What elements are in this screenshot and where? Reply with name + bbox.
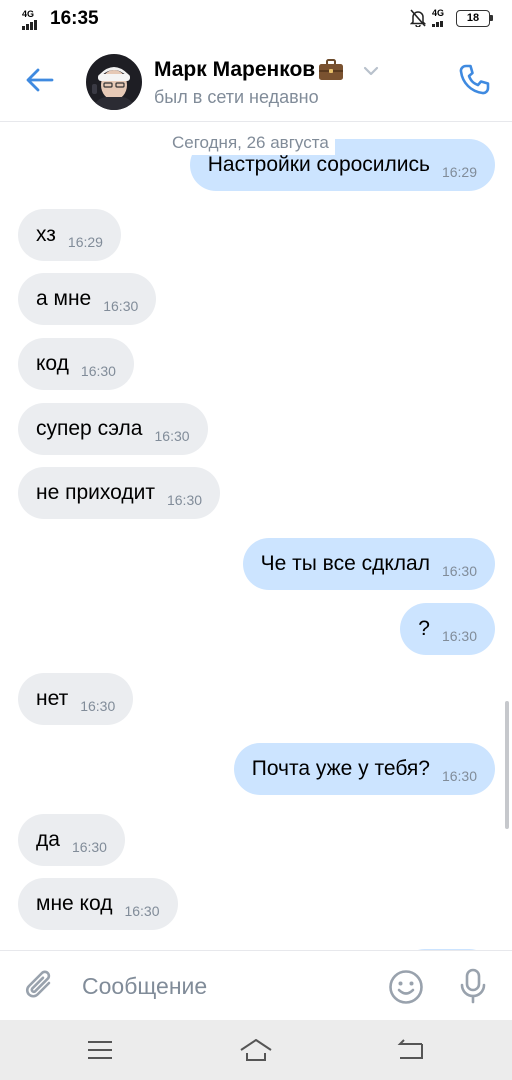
nav-home-button[interactable] bbox=[238, 1036, 274, 1064]
microphone-icon bbox=[460, 968, 486, 1004]
message-time: 16:30 bbox=[441, 628, 477, 644]
message-time: 16:30 bbox=[166, 492, 203, 508]
message-time: 16:30 bbox=[80, 698, 116, 714]
contact-name[interactable]: Марк Маренков bbox=[154, 58, 344, 82]
message-incoming[interactable]: супер сэла 16:30 bbox=[18, 403, 208, 455]
do-not-disturb-bell-icon bbox=[410, 9, 426, 27]
message-time: 16:30 bbox=[441, 563, 477, 579]
avatar-photo bbox=[86, 54, 142, 110]
message-text: мне код bbox=[36, 892, 113, 915]
arrow-left-icon bbox=[26, 68, 54, 92]
message-time: 16:30 bbox=[124, 903, 160, 919]
message-outgoing[interactable]: Почта уже у тебя? 16:30 bbox=[233, 743, 495, 795]
message-time: 16:30 bbox=[154, 428, 190, 444]
back-button[interactable] bbox=[22, 62, 58, 98]
status-right: 4G 18 bbox=[410, 9, 493, 27]
call-button[interactable] bbox=[456, 62, 492, 98]
nav-back-button[interactable] bbox=[394, 1036, 430, 1064]
back-icon bbox=[397, 1039, 423, 1059]
message-outgoing[interactable]: ? 16:30 bbox=[400, 603, 495, 655]
message-time: 16:29 bbox=[441, 164, 477, 180]
message-text: нет bbox=[36, 687, 69, 710]
message-text: ? bbox=[418, 617, 430, 640]
message-time: 16:29 bbox=[67, 234, 103, 250]
scrollbar[interactable] bbox=[505, 701, 509, 829]
message-time: 16:30 bbox=[80, 363, 116, 379]
message-text: супер сэла bbox=[36, 417, 143, 440]
system-navigation-bar bbox=[0, 1020, 512, 1080]
contact-status: был в сети недавно bbox=[154, 87, 319, 107]
message-text: Че ты все сдклал bbox=[260, 552, 430, 575]
message-time: 16:30 bbox=[441, 768, 477, 784]
message-incoming[interactable]: не приходит 16:30 bbox=[18, 467, 221, 519]
smile-icon bbox=[389, 970, 423, 1004]
briefcase-icon bbox=[319, 59, 344, 80]
date-separator: Сегодня, 26 августа bbox=[166, 131, 335, 155]
composer-bar bbox=[0, 950, 512, 1020]
battery-indicator: 18 bbox=[456, 9, 493, 27]
message-text: не приходит bbox=[36, 481, 155, 504]
message-text: код bbox=[36, 352, 69, 375]
network-type-2-label: 4G bbox=[432, 8, 445, 18]
message-time: 16:30 bbox=[71, 839, 107, 855]
voice-message-button[interactable] bbox=[454, 967, 492, 1005]
message-list[interactable]: Настройки соросились 16:29 Сегодня, 26 а… bbox=[0, 123, 512, 950]
network-type-label: 4G bbox=[22, 9, 35, 19]
message-incoming[interactable]: нет 16:30 bbox=[18, 673, 134, 725]
contact-name-text: Марк Маренков bbox=[154, 58, 316, 81]
paperclip-icon bbox=[26, 970, 51, 998]
message-incoming[interactable]: код 16:30 bbox=[18, 338, 134, 390]
cellular-signal-icon: 4G bbox=[22, 10, 44, 30]
message-time: 16:30 bbox=[103, 298, 139, 314]
cellular-signal-2-icon: 4G bbox=[432, 9, 450, 27]
menu-icon bbox=[88, 1041, 112, 1059]
message-incoming[interactable]: а мне 16:30 bbox=[18, 273, 157, 325]
message-text: хз bbox=[36, 223, 56, 246]
message-incoming[interactable]: хз 16:29 bbox=[18, 209, 121, 261]
nav-menu-button[interactable] bbox=[82, 1036, 118, 1064]
message-input[interactable] bbox=[78, 965, 368, 1007]
chat-header: Марк Маренков был в сети недавно bbox=[0, 38, 512, 122]
phone-icon bbox=[459, 64, 490, 95]
message-text: Почта уже у тебя? bbox=[251, 757, 430, 780]
message-outgoing[interactable]: Че ты все сдклал 16:30 bbox=[242, 538, 495, 590]
message-incoming[interactable]: да 16:30 bbox=[18, 814, 125, 866]
chevron-down-icon[interactable] bbox=[362, 64, 380, 78]
message-text: Настройки соросились bbox=[207, 153, 430, 176]
status-bar: 4G 16:35 4G 18 bbox=[0, 0, 512, 38]
status-left: 4G 16:35 bbox=[22, 8, 99, 30]
avatar[interactable] bbox=[86, 54, 142, 110]
attach-button[interactable] bbox=[22, 967, 60, 1005]
status-time: 16:35 bbox=[50, 8, 99, 29]
message-incoming[interactable]: мне код 16:30 bbox=[18, 878, 178, 930]
sticker-button[interactable] bbox=[387, 968, 425, 1006]
home-icon bbox=[240, 1039, 272, 1061]
message-text: а мне bbox=[36, 287, 92, 310]
message-text: да bbox=[36, 828, 60, 851]
